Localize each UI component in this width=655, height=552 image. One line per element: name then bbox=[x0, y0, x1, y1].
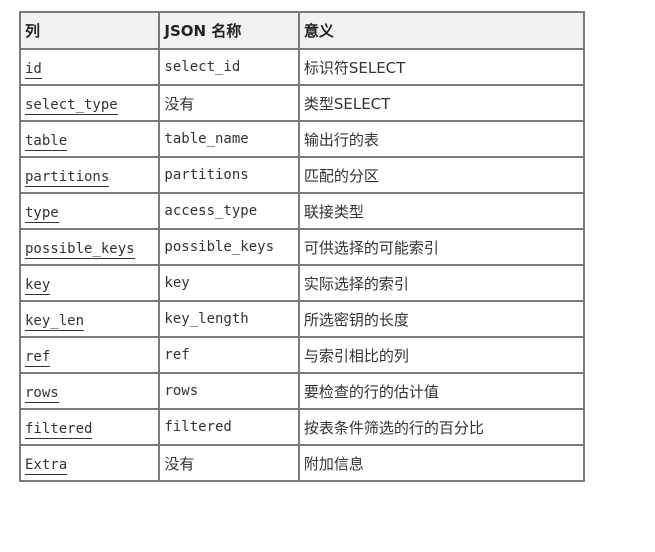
header-column: 列 bbox=[18, 11, 161, 50]
column-cell: ref bbox=[18, 336, 161, 374]
table-row: key key 实际选择的索引 bbox=[18, 264, 586, 302]
table-row: select_type 没有 类型SELECT bbox=[18, 84, 586, 122]
json-name-cell: access_type bbox=[158, 192, 300, 230]
column-link-id[interactable]: id bbox=[25, 60, 42, 79]
column-cell: partitions bbox=[18, 156, 161, 194]
column-cell: type bbox=[18, 192, 161, 230]
meaning-cell: 输出行的表 bbox=[297, 120, 586, 158]
column-cell: filtered bbox=[18, 408, 161, 446]
meaning-cell: 匹配的分区 bbox=[297, 156, 586, 194]
table-row: ref ref 与索引相比的列 bbox=[18, 336, 586, 374]
column-link-type[interactable]: type bbox=[25, 204, 59, 223]
meaning-cell: 所选密钥的长度 bbox=[297, 300, 586, 338]
column-link-extra[interactable]: Extra bbox=[25, 456, 68, 475]
column-link-rows[interactable]: rows bbox=[25, 384, 59, 403]
meaning-cell: 按表条件筛选的行的百分比 bbox=[297, 408, 586, 446]
column-link-table[interactable]: table bbox=[25, 132, 68, 151]
table-row: id select_id 标识符SELECT bbox=[18, 48, 586, 86]
header-json-name: JSON 名称 bbox=[158, 11, 300, 50]
json-name-cell: possible_keys bbox=[158, 228, 300, 266]
json-name-cell: table_name bbox=[158, 120, 300, 158]
meaning-cell: 实际选择的索引 bbox=[297, 264, 586, 302]
json-name-cell: select_id bbox=[158, 48, 300, 86]
column-link-filtered[interactable]: filtered bbox=[25, 420, 93, 439]
column-link-partitions[interactable]: partitions bbox=[25, 168, 110, 187]
json-name-cell: rows bbox=[158, 372, 300, 410]
meaning-cell: 要检查的行的估计值 bbox=[297, 372, 586, 410]
table-row: type access_type 联接类型 bbox=[18, 192, 586, 230]
table-row: key_len key_length 所选密钥的长度 bbox=[18, 300, 586, 338]
table-row: filtered filtered 按表条件筛选的行的百分比 bbox=[18, 408, 586, 446]
meaning-cell: 与索引相比的列 bbox=[297, 336, 586, 374]
column-cell: possible_keys bbox=[18, 228, 161, 266]
table-row: partitions partitions 匹配的分区 bbox=[18, 156, 586, 194]
column-cell: select_type bbox=[18, 84, 161, 122]
json-name-cell: partitions bbox=[158, 156, 300, 194]
column-link-key-len[interactable]: key_len bbox=[25, 312, 85, 331]
meaning-cell: 类型SELECT bbox=[297, 84, 586, 122]
meaning-cell: 附加信息 bbox=[297, 444, 586, 482]
column-cell: key_len bbox=[18, 300, 161, 338]
table-row: possible_keys possible_keys 可供选择的可能索引 bbox=[18, 228, 586, 266]
meaning-cell: 联接类型 bbox=[297, 192, 586, 230]
header-meaning: 意义 bbox=[297, 11, 586, 50]
column-cell: id bbox=[18, 48, 161, 86]
table-body: id select_id 标识符SELECT select_type 没有 类型… bbox=[18, 48, 586, 482]
json-name-cell: key_length bbox=[158, 300, 300, 338]
column-link-possible-keys[interactable]: possible_keys bbox=[25, 240, 135, 259]
column-cell: Extra bbox=[18, 444, 161, 482]
table-row: rows rows 要检查的行的估计值 bbox=[18, 372, 586, 410]
table-row: Extra 没有 附加信息 bbox=[18, 444, 586, 482]
json-name-cell: 没有 bbox=[158, 444, 300, 482]
column-link-select-type[interactable]: select_type bbox=[25, 96, 118, 115]
table-row: table table_name 输出行的表 bbox=[18, 120, 586, 158]
table-header-row: 列 JSON 名称 意义 bbox=[18, 11, 586, 50]
json-name-cell: filtered bbox=[158, 408, 300, 446]
meaning-cell: 标识符SELECT bbox=[297, 48, 586, 86]
column-cell: rows bbox=[18, 372, 161, 410]
json-name-cell: 没有 bbox=[158, 84, 300, 122]
json-name-cell: key bbox=[158, 264, 300, 302]
column-link-key[interactable]: key bbox=[25, 276, 51, 295]
json-name-cell: ref bbox=[158, 336, 300, 374]
column-cell: key bbox=[18, 264, 161, 302]
meaning-cell: 可供选择的可能索引 bbox=[297, 228, 586, 266]
column-cell: table bbox=[18, 120, 161, 158]
explain-columns-table: 列 JSON 名称 意义 id select_id 标识符SELECT sele… bbox=[18, 11, 586, 482]
column-link-ref[interactable]: ref bbox=[25, 348, 51, 367]
